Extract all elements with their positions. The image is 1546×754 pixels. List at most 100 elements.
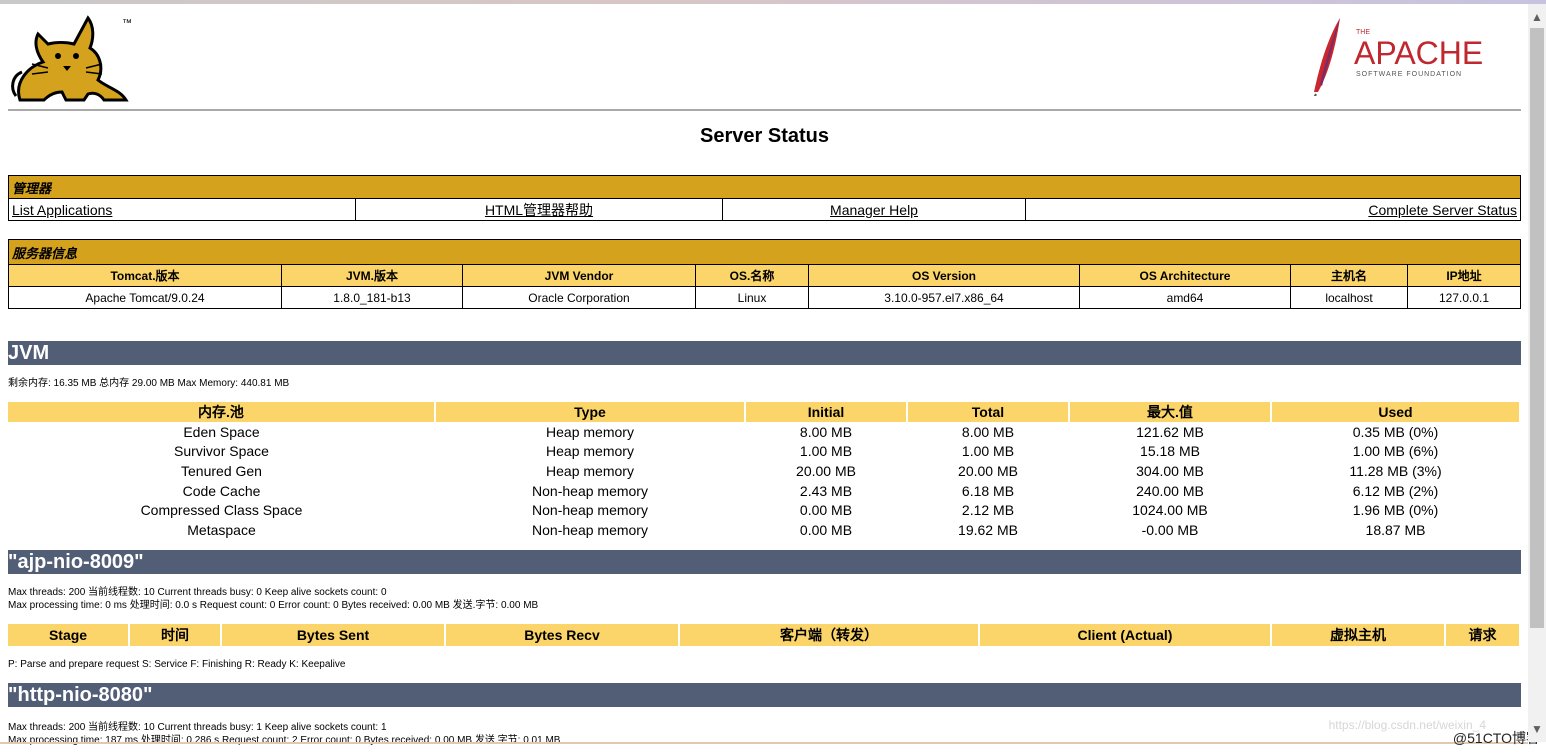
jvm-section-heading: JVM xyxy=(8,341,1521,365)
col-initial: Initial xyxy=(745,402,908,422)
memory-pool-row: Survivor Space Heap memory 1.00 MB 1.00 MB 1… xyxy=(8,442,1520,462)
http-section-heading: "http-nio-8080" xyxy=(8,682,1521,707)
pool-initial: 8.00 MB xyxy=(799,423,853,440)
pool-total: 8.00 MB xyxy=(961,423,1015,440)
memory-pool-rows: Eden Space Heap memory 8.00 MB 8.00 MB 121.6… xyxy=(8,422,1520,540)
col-os-version: OS Version xyxy=(808,264,1080,287)
col-tomcat-version: Tomcat.版本 xyxy=(8,264,282,287)
col-time: 时间 xyxy=(129,623,222,646)
pool-type: Heap memory xyxy=(546,462,634,479)
header-divider xyxy=(8,109,1521,111)
watermark-51cto: @51CTO博客 xyxy=(1452,730,1540,746)
http-stats-line1: Max threads: 200 当前线程数: 10 Current threa… xyxy=(8,721,387,733)
pool-max: 240.00 MB xyxy=(1136,482,1204,499)
pool-total: 20.00 MB xyxy=(958,462,1018,479)
col-memory-pool: 内存.池 xyxy=(8,402,436,422)
ajp-stats: Max threads: 200 当前线程数: 10 Current threa… xyxy=(8,586,1521,612)
manager-heading: 管理器 xyxy=(8,175,1521,199)
col-used: Used xyxy=(1271,402,1521,422)
memory-pool-row: Metaspace Non-heap memory 0.00 MB 19.62 MB -… xyxy=(8,520,1520,540)
col-stage: Stage xyxy=(8,623,130,646)
col-max: 最大.值 xyxy=(1069,402,1272,422)
col-os-arch: OS Architecture xyxy=(1079,264,1291,287)
pool-type: Non-heap memory xyxy=(532,502,648,519)
pool-total: 1.00 MB xyxy=(961,443,1015,460)
jvm-memory-summary: 剩余内存: 16.35 MB 总内存 29.00 MB Max Memory: … xyxy=(8,378,290,389)
pool-name: Tenured Gen xyxy=(181,462,262,479)
os-name-value: Linux xyxy=(695,286,809,309)
html-manager-help-link[interactable]: HTML管理器帮助 xyxy=(485,202,593,218)
manager-help-link[interactable]: Manager Help xyxy=(830,202,918,218)
memory-pool-table: 内存.池 Type Initial Total 最大.值 Used Eden S… xyxy=(8,402,1521,540)
scrollbar-thumb[interactable] xyxy=(1530,28,1544,628)
ajp-threads-table: Stage 时间 Bytes Sent Bytes Recv 客户端（转发） C… xyxy=(8,623,1521,646)
col-jvm-version: JVM.版本 xyxy=(281,264,463,287)
pool-name: Metaspace xyxy=(187,521,256,538)
ajp-section-heading: "ajp-nio-8009" xyxy=(8,549,1521,574)
pool-name: Compressed Class Space xyxy=(140,502,303,519)
col-virtual-host: 虚拟主机 xyxy=(1271,623,1446,646)
pool-max: 304.00 MB xyxy=(1136,462,1204,479)
tomcat-logo-icon[interactable]: ™ xyxy=(8,12,143,104)
col-bytes-sent: Bytes Sent xyxy=(221,623,446,646)
pool-max: -0.00 MB xyxy=(1141,521,1199,538)
pool-type: Heap memory xyxy=(546,443,634,460)
hostname-value: localhost xyxy=(1290,286,1408,309)
pool-used: 18.87 MB xyxy=(1365,521,1426,538)
jvm-version-value: 1.8.0_181-b13 xyxy=(281,286,463,309)
col-client-actual: Client (Actual) xyxy=(979,623,1272,646)
pool-type: Non-heap memory xyxy=(532,482,648,499)
pool-used: 0.35 MB (0%) xyxy=(1352,423,1439,440)
col-jvm-vendor: JVM Vendor xyxy=(462,264,696,287)
apache-logo-icon[interactable]: THE APACHE SOFTWARE FOUNDATION xyxy=(1306,14,1496,96)
stage-legend: P: Parse and prepare request S: Service … xyxy=(8,658,346,670)
jvm-vendor-value: Oracle Corporation xyxy=(462,286,696,309)
server-info-heading: 服务器信息 xyxy=(8,239,1521,265)
memory-pool-row: Code Cache Non-heap memory 2.43 MB 6.18 MB 2… xyxy=(8,481,1520,501)
pool-initial: 1.00 MB xyxy=(799,443,853,460)
bottom-border xyxy=(0,742,1528,744)
pool-max: 121.62 MB xyxy=(1136,423,1204,440)
pool-total: 2.12 MB xyxy=(961,502,1015,519)
http-stats-line2: Max processing time: 187 ms 处理时间: 0.286 … xyxy=(8,734,561,746)
col-bytes-recv: Bytes Recv xyxy=(445,623,680,646)
pool-type: Non-heap memory xyxy=(532,521,648,538)
pool-max: 15.18 MB xyxy=(1140,443,1200,460)
pool-total: 19.62 MB xyxy=(958,521,1018,538)
page-header: ™ THE APACHE SOFTWARE FOUNDATION xyxy=(8,4,1521,108)
svg-text:APACHE: APACHE xyxy=(1354,35,1483,71)
svg-text:SOFTWARE FOUNDATION: SOFTWARE FOUNDATION xyxy=(1356,71,1462,78)
tomcat-version-value: Apache Tomcat/9.0.24 xyxy=(8,286,282,309)
col-os-name: OS.名称 xyxy=(695,264,809,287)
pool-name: Eden Space xyxy=(183,423,260,440)
scroll-up-icon[interactable]: ▲ xyxy=(1530,10,1544,24)
os-version-value: 3.10.0-957.el7.x86_64 xyxy=(808,286,1080,309)
vertical-scrollbar[interactable]: ▲ ▼ xyxy=(1528,4,1546,742)
memory-pool-row: Eden Space Heap memory 8.00 MB 8.00 MB 121.6… xyxy=(8,422,1520,442)
pool-used: 1.96 MB (0%) xyxy=(1352,502,1439,519)
col-type: Type xyxy=(435,402,746,422)
pool-initial: 2.43 MB xyxy=(799,482,853,499)
scroll-down-icon[interactable]: ▼ xyxy=(1530,722,1544,736)
col-hostname: 主机名 xyxy=(1290,264,1408,287)
list-applications-link[interactable]: List Applications xyxy=(12,202,112,218)
col-client-forwarded: 客户端（转发） xyxy=(679,623,980,646)
pool-total: 6.18 MB xyxy=(961,482,1015,499)
svg-text:™: ™ xyxy=(122,18,132,29)
manager-table: 管理器 List Applications HTML管理器帮助 Manager … xyxy=(8,175,1521,221)
col-total: Total xyxy=(907,402,1070,422)
pool-name: Survivor Space xyxy=(174,443,269,460)
pool-used: 1.00 MB (6%) xyxy=(1352,443,1439,460)
pool-used: 11.28 MB (3%) xyxy=(1349,462,1442,479)
pool-initial: 0.00 MB xyxy=(799,502,853,519)
page-title: Server Status xyxy=(700,125,829,147)
pool-initial: 0.00 MB xyxy=(799,521,853,538)
col-ip: IP地址 xyxy=(1407,264,1521,287)
os-arch-value: amd64 xyxy=(1079,286,1291,309)
server-info-table: 服务器信息 Tomcat.版本 JVM.版本 JVM Vendor OS.名称 … xyxy=(8,239,1521,309)
memory-pool-row: Tenured Gen Heap memory 20.00 MB 20.00 MB 30… xyxy=(8,461,1520,481)
pool-used: 6.12 MB (2%) xyxy=(1352,482,1439,499)
pool-type: Heap memory xyxy=(546,423,634,440)
pool-initial: 20.00 MB xyxy=(796,462,856,479)
complete-server-status-link[interactable]: Complete Server Status xyxy=(1368,202,1517,218)
